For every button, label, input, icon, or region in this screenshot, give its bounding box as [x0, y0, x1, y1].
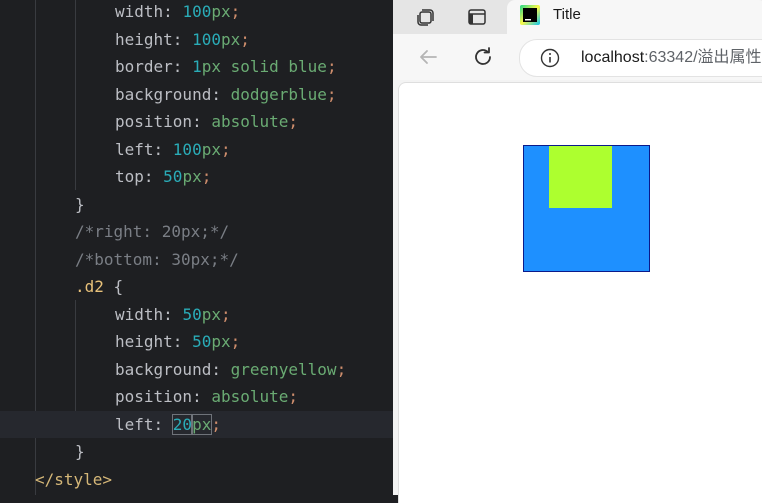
code-token: top: [115, 167, 164, 186]
code-token: absolute [211, 112, 289, 131]
code-token: ; [288, 112, 299, 131]
code-token: 50 [163, 167, 183, 186]
code-token: px [201, 139, 221, 159]
code-token: 100 [192, 29, 221, 49]
code-line: background: greenyellow; [0, 356, 393, 384]
code-line: } [0, 191, 393, 219]
code-token: left: [115, 139, 173, 159]
browser-toolbar: localhost:63342/溢出属性 [393, 34, 762, 80]
dodgerblue-box-d1 [523, 145, 650, 272]
code-token: px [201, 304, 221, 324]
tab-strip: Title [393, 0, 762, 34]
code-line: width: 100px; [0, 0, 393, 26]
code-line: position: absolute; [0, 108, 393, 136]
reload-icon [475, 47, 491, 65]
code-token: solid blue [220, 57, 327, 76]
code-line: top: 50px; [0, 163, 393, 191]
code-token: ; [240, 29, 250, 49]
code-token: 100 [182, 2, 212, 21]
address-bar[interactable]: localhost:63342/溢出属性 [519, 39, 762, 77]
code-token: ; [220, 304, 231, 324]
code-token: ; [201, 167, 212, 186]
code-token: width: [115, 304, 183, 324]
workspaces-button[interactable] [409, 3, 443, 31]
code-token: position: [115, 112, 212, 131]
code-token: background: [115, 359, 231, 379]
code-token: px [220, 29, 241, 49]
code-token: ; [230, 332, 241, 351]
code-token: 50 [182, 304, 202, 324]
code-token: } [75, 194, 85, 214]
code-token: ; [230, 2, 241, 21]
code-token: px [201, 57, 221, 76]
code-line: height: 50px; [0, 328, 393, 356]
code-line: /*bottom: 30px;*/ [0, 246, 393, 274]
browser-window: Title localhost:63342/溢出属性 [393, 0, 762, 503]
code-token: ; [336, 359, 347, 379]
code-token: { [103, 277, 124, 296]
code-line: .d2 { [0, 273, 393, 301]
code-token: position: [115, 387, 212, 406]
url-text: localhost:63342/溢出属性 [581, 40, 762, 76]
tab-title-page[interactable]: Title [507, 0, 762, 34]
code-token: absolute [211, 387, 289, 406]
code-token: height: [115, 29, 193, 49]
code-line: left: 20px; [0, 410, 393, 438]
code-line: } [0, 438, 393, 466]
code-line: background: dodgerblue; [0, 81, 393, 109]
code-token: left: [115, 414, 173, 434]
code-token: px [211, 2, 231, 21]
code-editor[interactable]: width: 100px; height: 100px; border: 1px s… [0, 0, 393, 495]
code-token: } [75, 442, 85, 461]
back-button[interactable] [411, 40, 445, 74]
back-arrow-icon [420, 50, 437, 64]
site-info-icon[interactable] [539, 47, 561, 69]
code-token: px [191, 413, 213, 435]
code-token: .d2 [75, 277, 104, 296]
code-token: 100 [172, 139, 202, 159]
code-line: </style> [0, 466, 393, 494]
code-token: /*right: 20px;*/ [75, 222, 230, 241]
reload-button[interactable] [466, 40, 500, 74]
code-token: border: [115, 57, 193, 76]
code-token: ; [211, 414, 221, 434]
code-token: px [211, 332, 231, 351]
code-token: 20 [171, 413, 194, 435]
code-token: 50 [192, 332, 212, 351]
url-path: :63342/溢出属性 [644, 49, 762, 66]
code-token: 1 [192, 57, 202, 76]
code-line: position: absolute; [0, 383, 393, 411]
code-token: ; [326, 57, 337, 76]
code-line: border: 1px solid blue; [0, 53, 393, 81]
workspaces-icon [417, 9, 434, 26]
url-host: localhost [581, 49, 645, 66]
code-token: background: [115, 84, 231, 104]
greenyellow-box-d2 [549, 146, 612, 208]
vertical-tabs-button[interactable] [460, 3, 494, 31]
code-line: /*right: 20px;*/ [0, 218, 393, 246]
code-token: width: [115, 2, 183, 21]
code-token: ; [220, 139, 231, 159]
vertical-tabs-icon [468, 9, 486, 25]
code-token: dodgerblue [230, 84, 327, 104]
code-token: ; [288, 387, 299, 406]
tab-title: Title [553, 6, 581, 23]
code-token: greenyellow [230, 359, 337, 379]
code-token: /*bottom: 30px;*/ [75, 249, 239, 269]
code-token: px [182, 167, 202, 186]
code-token: ; [326, 84, 337, 104]
code-token: </style> [35, 469, 113, 489]
code-line: height: 100px; [0, 26, 393, 54]
code-line: width: 50px; [0, 301, 393, 329]
code-line: left: 100px; [0, 136, 393, 164]
pycharm-icon [520, 5, 540, 25]
page-viewport [398, 82, 762, 503]
code-token: height: [115, 332, 193, 351]
